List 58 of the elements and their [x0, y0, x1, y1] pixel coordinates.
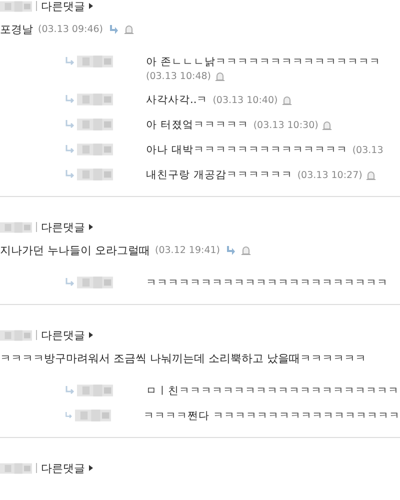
report-icon[interactable] [215, 72, 226, 81]
pixelated-name [77, 55, 113, 68]
reply-text: ㅋㅋㅋㅋㅋㅋㅋㅋㅋㅋㅋㅋㅋㅋㅋㅋㅋㅋㅋㅋㅋㅋ [146, 276, 388, 290]
reply-time: (03.13 10:30) [253, 120, 318, 130]
triangle-icon [89, 3, 93, 9]
report-icon[interactable] [366, 170, 376, 180]
comment-time: (03.13 09:46) [38, 24, 104, 35]
reply-text: 아 터졌엌ㅋㅋㅋㅋㅋ [146, 118, 248, 132]
reply-arrow-icon [65, 95, 75, 104]
reply-arrow-icon [65, 145, 75, 154]
pixelated-name [77, 118, 113, 131]
reply-arrow-icon [65, 170, 75, 179]
reply-arrow-icon [65, 120, 75, 129]
triangle-icon [89, 224, 93, 230]
other-comments-link[interactable]: 다른댓글 [41, 220, 85, 234]
other-comments-link[interactable]: 다른댓글 [41, 328, 85, 342]
other-comments-link[interactable]: 다른댓글 [41, 0, 85, 14]
divider-bar [36, 330, 37, 340]
reply-text: ㅁㅣ친ㅋㅋㅋㅋㅋㅋㅋㅋㅋㅋㅋㅋㅋㅋㅋㅋㅋㅋㅋㅋ [146, 384, 399, 398]
reply-icon[interactable] [108, 24, 120, 35]
reply-time: (03.13 10:40) [212, 94, 278, 106]
report-icon[interactable] [241, 246, 252, 255]
comment-text: ㅋㅋㅋㅋ방구마려워서 조금씩 나눠끼는데 소리뿍하고 났을때ㅋㅋㅋㅋㅋㅋ [0, 351, 366, 366]
pixelated-name [77, 168, 113, 181]
reply-arrow-icon [65, 411, 73, 420]
reply-time: (03.13 10:27) [297, 170, 362, 180]
comment-text: 포경날 [0, 22, 33, 37]
pixelated-name [0, 220, 32, 234]
pixelated-name [0, 328, 32, 342]
pixelated-name [0, 462, 32, 474]
pixelated-name [0, 0, 32, 12]
reply-arrow-icon [65, 57, 75, 66]
comment-text: 지나가던 누나들이 오라그럴때 [0, 243, 150, 258]
pixelated-name [77, 384, 113, 397]
divider-bar [36, 1, 37, 11]
reply-text: 아나 대박ㅋㅋㅋㅋㅋㅋㅋㅋㅋㅋㅋㅋㅋㅋ [146, 143, 348, 157]
triangle-icon [89, 332, 93, 338]
report-icon[interactable] [124, 25, 134, 34]
reply-icon[interactable] [225, 245, 236, 256]
pixelated-name [77, 93, 113, 106]
pixelated-name [77, 276, 113, 289]
report-icon[interactable] [322, 120, 332, 130]
reply-time: (03.13 [352, 144, 384, 156]
reply-text: ㅋㅋㅋㅋ쩐다 ㅋㅋㅋㅋㅋㅋㅋㅋㅋㅋㅋㅋㅋㅋㅋㅋㅋ [144, 409, 400, 423]
reply-arrow-icon [65, 386, 75, 395]
comment-time: (03.12 19:41) [155, 245, 220, 256]
pixelated-name [77, 143, 113, 156]
reply-text: 사각사각..ㅋ [146, 93, 208, 107]
other-comments-link[interactable]: 다른댓글 [41, 460, 85, 476]
divider-bar [36, 222, 37, 232]
report-icon[interactable] [282, 96, 292, 104]
reply-text: 아 존ㄴㄴㄴ낡ㅋㅋㅋㅋㅋㅋㅋㅋㅋㅋㅋㅋㅋㅋㅋ [146, 55, 380, 69]
triangle-icon [89, 465, 93, 471]
reply-arrow-icon [65, 278, 75, 287]
divider-bar [36, 463, 37, 473]
pixelated-name [74, 409, 111, 422]
reply-text: 내친구랑 개공감ㅋㅋㅋㅋㅋㅋ [146, 168, 292, 182]
reply-time: (03.13 10:48) [146, 71, 212, 82]
